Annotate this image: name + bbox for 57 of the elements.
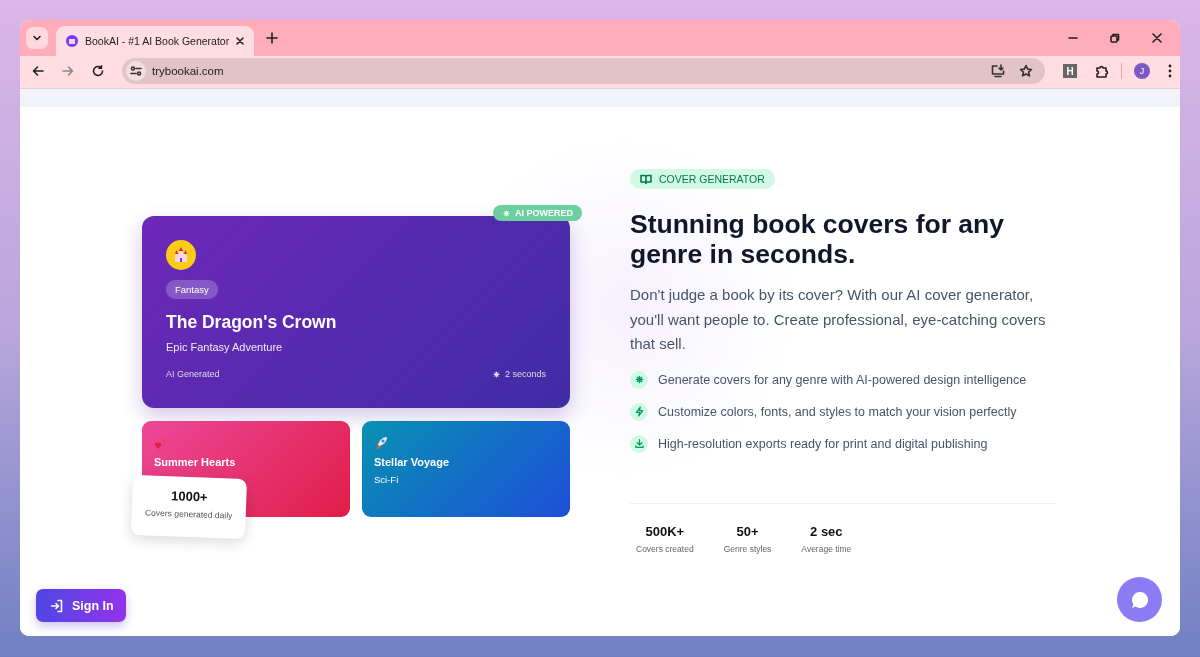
close-icon[interactable]: [235, 36, 246, 46]
star-icon[interactable]: [1019, 64, 1033, 78]
sparkle-icon: [491, 369, 501, 379]
stat-label: Genre styles: [723, 543, 772, 554]
more-menu-icon[interactable]: [1168, 64, 1172, 78]
sign-in-icon: [50, 598, 64, 613]
reload-icon[interactable]: [92, 65, 104, 77]
chat-bubble-icon: [1129, 589, 1150, 610]
sparkle-icon: [633, 374, 645, 385]
rocket-icon: [374, 436, 388, 451]
cover-subtitle: Epic Fantasy Adventure: [166, 341, 284, 354]
hero-paragraph: Don't judge a book by its cover? With our AI cover generator, you'll want people to. Create professional, eye-catching covers that sell.: [630, 285, 1047, 354]
new-tab-icon[interactable]: [266, 32, 279, 44]
restore-icon[interactable]: [1110, 33, 1120, 43]
lightning-icon: [633, 406, 645, 417]
cover-title: Stellar Voyage: [374, 456, 450, 469]
chevron-down-icon[interactable]: [32, 33, 42, 43]
sign-in-button[interactable]: Sign In: [36, 589, 126, 622]
hero-heading: Stunning book covers for any genre in seconds.: [630, 209, 1005, 269]
stat-label: Average time: [801, 543, 852, 554]
stat-value: 1000+: [169, 487, 209, 507]
stat-label: Covers created: [636, 543, 694, 554]
address-bar[interactable]: trybookai.com: [122, 58, 1045, 84]
tab-title: BookAI - #1 AI Book Generator: [85, 35, 230, 47]
ai-generated-label: AI Generated: [166, 369, 220, 380]
forward-icon[interactable]: [62, 65, 74, 77]
extension-button[interactable]: H: [1063, 64, 1077, 78]
stat-label: Covers generated daily: [143, 507, 234, 522]
castle-icon: [172, 246, 190, 265]
book-icon: [640, 173, 652, 185]
stat-value: 500K+: [644, 523, 686, 539]
chat-button[interactable]: [1117, 577, 1162, 622]
close-icon[interactable]: [1152, 33, 1162, 43]
book-logo-icon: [65, 34, 79, 48]
back-icon[interactable]: [32, 65, 44, 77]
puzzle-icon[interactable]: [1095, 64, 1109, 78]
profile-avatar[interactable]: J: [1134, 63, 1150, 79]
time-label: 2 seconds: [504, 369, 546, 380]
stat-value: 50+: [735, 523, 760, 539]
ai-powered-badge: AI POWERED: [493, 205, 582, 222]
url-text: trybookai.com: [152, 65, 224, 77]
sparkle-icon: [502, 208, 511, 218]
feature-text: Customize colors, fonts, and styles to match your vision perfectly: [658, 404, 1017, 419]
genre-tag: Fantasy: [166, 280, 218, 300]
download-icon: [633, 438, 645, 449]
stat-value: 2 sec: [809, 523, 844, 539]
cover-title: The Dragon's Crown: [166, 312, 338, 334]
site-settings-icon[interactable]: [130, 65, 142, 77]
feature-text: Generate covers for any genre with AI-powered design intelligence: [658, 372, 1027, 387]
browser-tab[interactable]: BookAI - #1 AI Book Generator: [56, 26, 255, 56]
tab-search-button[interactable]: [26, 27, 48, 49]
hearts-icon: [154, 436, 168, 451]
cover-title: Summer Hearts: [154, 456, 237, 469]
feature-text: High-resolution exports ready for print and digital publishing: [658, 436, 988, 451]
install-app-icon[interactable]: [991, 64, 1005, 78]
section-badge: COVER GENERATOR: [630, 169, 775, 189]
cover-genre: Sci-Fi: [374, 474, 400, 486]
